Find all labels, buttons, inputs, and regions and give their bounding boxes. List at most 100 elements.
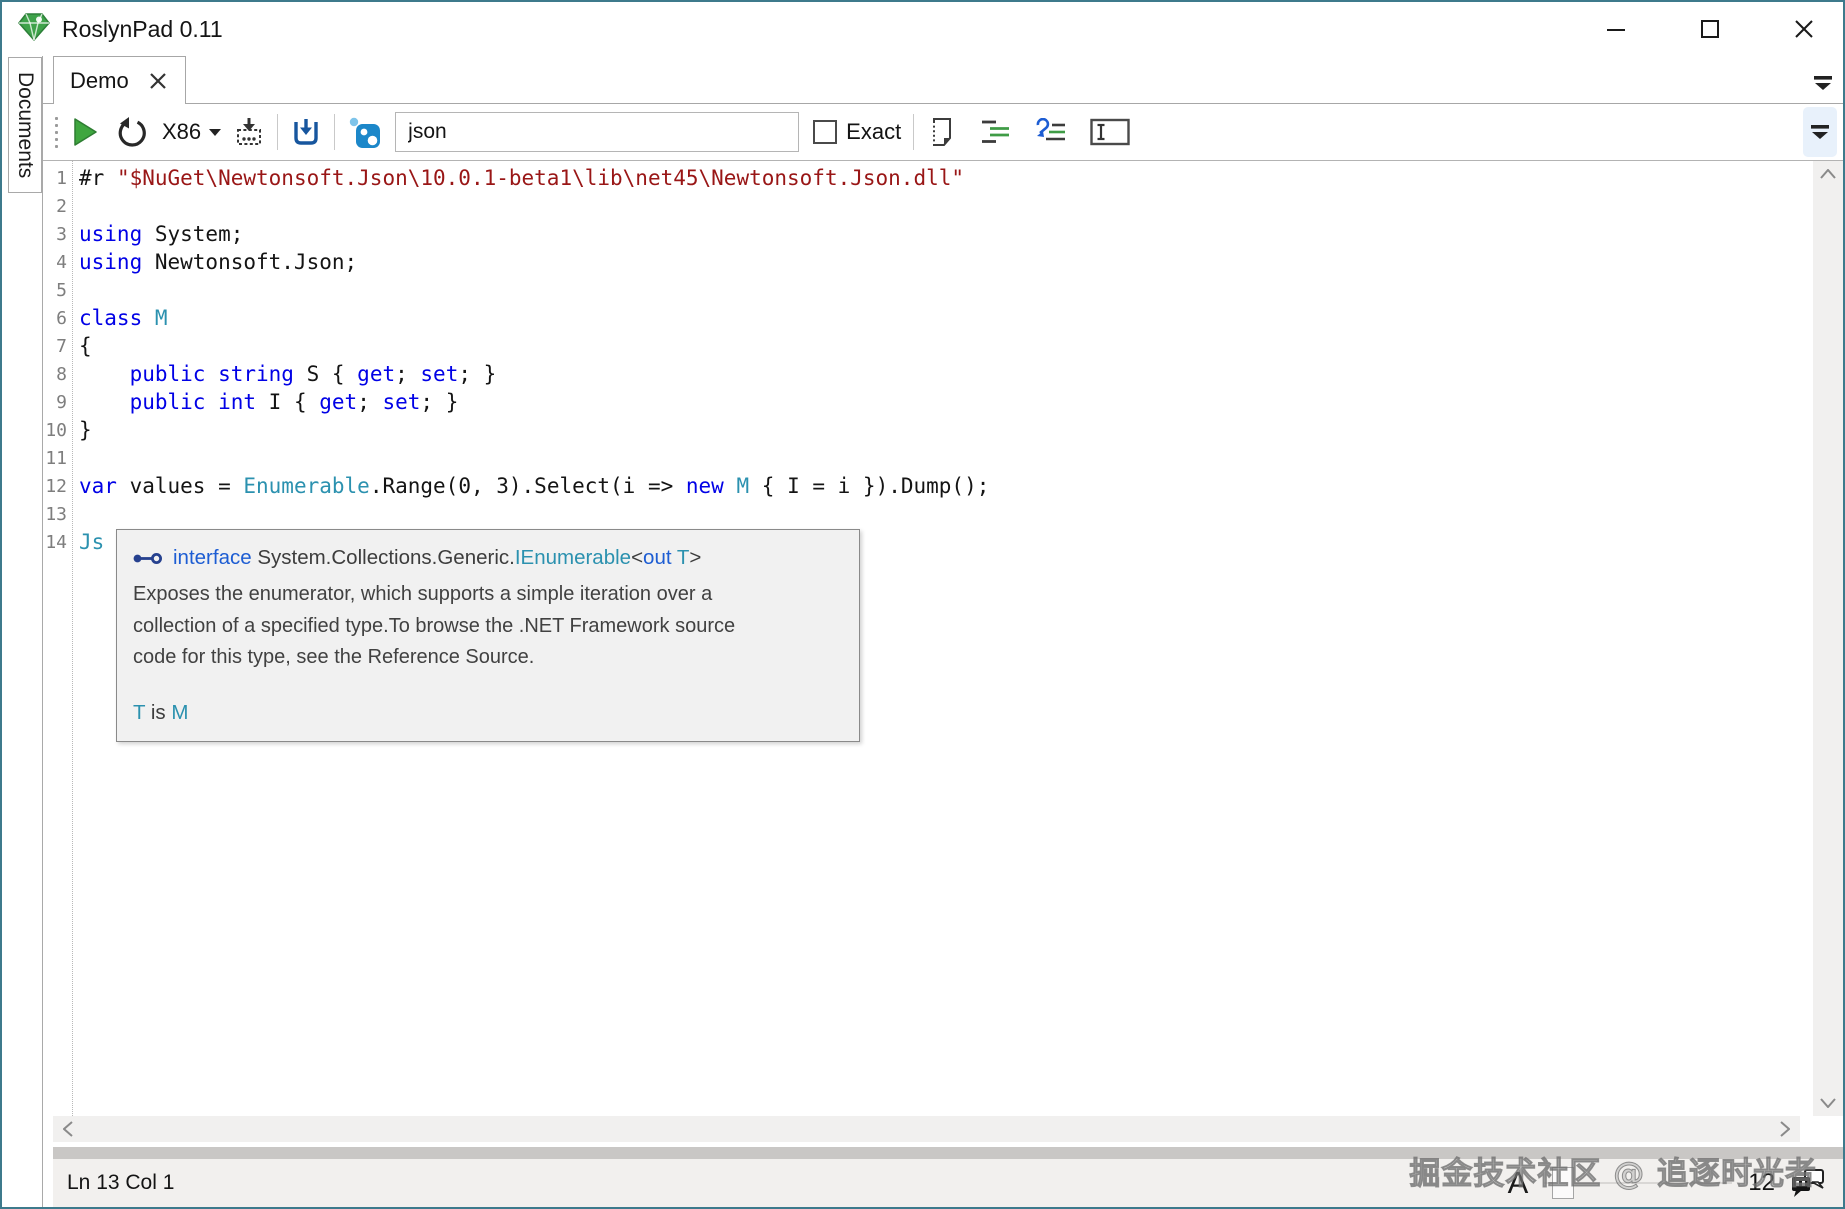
roslynpad-gem-icon <box>18 12 50 47</box>
code-line[interactable]: 9 public int I { get; set; } <box>43 388 1811 416</box>
scroll-up-icon[interactable] <box>1820 169 1836 179</box>
tooltip-signature: interface System.Collections.Generic.IEn… <box>133 544 843 572</box>
toolbar-overflow-button[interactable] <box>1803 107 1837 157</box>
line-number: 1 <box>43 168 67 189</box>
comment-lines-icon <box>980 118 1010 146</box>
line-number: 12 <box>43 476 67 497</box>
font-size-value: 12 <box>1748 1169 1775 1197</box>
toolbar-separator <box>277 114 278 150</box>
line-code: public int I { get; set; } <box>79 390 458 414</box>
code-line[interactable]: 2 <box>43 192 1811 220</box>
toolbar: X86 <box>43 104 1843 161</box>
window-title: RoslynPad 0.11 <box>62 16 223 43</box>
line-code: public string S { get; set; } <box>79 362 496 386</box>
scroll-left-icon[interactable] <box>63 1121 73 1137</box>
line-code: using Newtonsoft.Json; <box>79 250 357 274</box>
code-line[interactable]: 1 #r "$NuGet\Newtonsoft.Json\10.0.1-beta1… <box>43 164 1811 192</box>
line-number: 3 <box>43 224 67 245</box>
line-code: #r "$NuGet\Newtonsoft.Json\10.0.1-beta1\… <box>79 166 964 190</box>
tab-close-icon[interactable] <box>149 72 167 90</box>
code-line[interactable]: 7{ <box>43 332 1811 360</box>
line-code: } <box>79 418 92 442</box>
restart-button[interactable] <box>114 114 150 150</box>
platform-select[interactable]: X86 <box>162 119 221 145</box>
format-save-button[interactable] <box>288 114 324 150</box>
code-line[interactable]: 3 using System; <box>43 220 1811 248</box>
line-number: 8 <box>43 364 67 385</box>
exact-checkbox[interactable] <box>813 120 837 144</box>
save-arrow-icon <box>290 116 322 148</box>
nuget-restore-button[interactable] <box>231 114 267 150</box>
code-line[interactable]: 10} <box>43 416 1811 444</box>
exact-label: Exact <box>846 119 901 145</box>
line-number: 4 <box>43 252 67 273</box>
code-line[interactable]: 11 <box>43 444 1811 472</box>
slider-thumb[interactable] <box>1552 1167 1574 1199</box>
maximize-button[interactable] <box>1699 18 1721 40</box>
line-number: 2 <box>43 196 67 217</box>
line-code: { <box>79 334 92 358</box>
code-line[interactable]: 8 public string S { get; set; } <box>43 360 1811 388</box>
title-bar: RoslynPad 0.11 <box>2 2 1843 56</box>
results-splitter[interactable] <box>53 1147 1843 1159</box>
font-size-slider[interactable] <box>1544 1166 1732 1200</box>
rename-box-icon <box>1090 118 1130 146</box>
comment-button[interactable] <box>978 116 1012 148</box>
minimize-button[interactable] <box>1605 18 1627 40</box>
quick-info-tooltip: interface System.Collections.Generic.IEn… <box>116 529 860 742</box>
line-number: 14 <box>43 532 67 553</box>
feedback-button[interactable] <box>1791 1169 1825 1198</box>
toolbar-separator <box>913 114 914 150</box>
documents-tab-label: Documents <box>13 72 37 178</box>
scroll-down-icon[interactable] <box>1820 1098 1836 1108</box>
window-controls <box>1605 18 1815 40</box>
platform-label: X86 <box>162 119 201 145</box>
download-tray-icon <box>233 116 265 148</box>
code-line[interactable]: 6class M <box>43 304 1811 332</box>
font-size-button[interactable]: A <box>1508 1165 1529 1201</box>
overflow-chevron-icon <box>1810 125 1830 140</box>
format-document-button[interactable] <box>926 115 958 149</box>
line-number: 9 <box>43 392 67 413</box>
tab-strip: Demo <box>43 56 1843 104</box>
code-editor[interactable]: 1 #r "$NuGet\Newtonsoft.Json\10.0.1-beta1… <box>43 161 1843 1116</box>
play-icon <box>72 117 98 147</box>
tab-overflow-button[interactable] <box>1813 76 1833 96</box>
code-line[interactable]: 12 var values = Enumerable.Range(0, 3).Se… <box>43 472 1811 500</box>
caret-position: Ln 13 Col 1 <box>67 1171 174 1195</box>
toolbar-grip[interactable] <box>55 117 58 148</box>
nuget-package-icon <box>347 115 381 149</box>
tooltip-type-note: T is M <box>133 701 843 725</box>
uncomment-button[interactable] <box>1032 116 1068 148</box>
search-input[interactable] <box>395 112 799 152</box>
restart-arrow-icon <box>116 116 148 148</box>
line-number: 13 <box>43 504 67 525</box>
vertical-scrollbar[interactable] <box>1813 161 1843 1116</box>
status-right-cluster: A 12 <box>1508 1159 1825 1207</box>
rename-button[interactable] <box>1088 116 1132 148</box>
tab-demo[interactable]: Demo <box>53 56 186 104</box>
code-line[interactable]: 5 <box>43 276 1811 304</box>
document-page-icon <box>928 117 956 147</box>
line-number: 5 <box>43 280 67 301</box>
chevron-down-icon <box>209 129 221 136</box>
app-window: RoslynPad 0.11 Documents Demo <box>0 0 1845 1209</box>
line-code: Js <box>79 530 104 554</box>
line-number: 11 <box>43 448 67 469</box>
sidebar-tab-documents[interactable]: Documents <box>8 57 42 193</box>
uncomment-lines-icon <box>1034 118 1066 146</box>
horizontal-scrollbar[interactable] <box>53 1116 1800 1142</box>
code-line[interactable]: 13 <box>43 500 1811 528</box>
close-button[interactable] <box>1793 18 1815 40</box>
line-code: using System; <box>79 222 243 246</box>
documents-panel-strip: Documents <box>2 56 43 1207</box>
tooltip-body: Exposes the enumerator, which supports a… <box>133 579 761 674</box>
toolbar-separator <box>334 114 335 150</box>
scroll-right-icon[interactable] <box>1780 1121 1790 1137</box>
line-code: var values = Enumerable.Range(0, 3).Sele… <box>79 474 989 498</box>
line-number: 6 <box>43 308 67 329</box>
code-lines[interactable]: 1 #r "$NuGet\Newtonsoft.Json\10.0.1-beta1… <box>43 164 1811 556</box>
nuget-button[interactable] <box>345 113 383 151</box>
code-line[interactable]: 4 using Newtonsoft.Json; <box>43 248 1811 276</box>
run-button[interactable] <box>70 115 100 149</box>
